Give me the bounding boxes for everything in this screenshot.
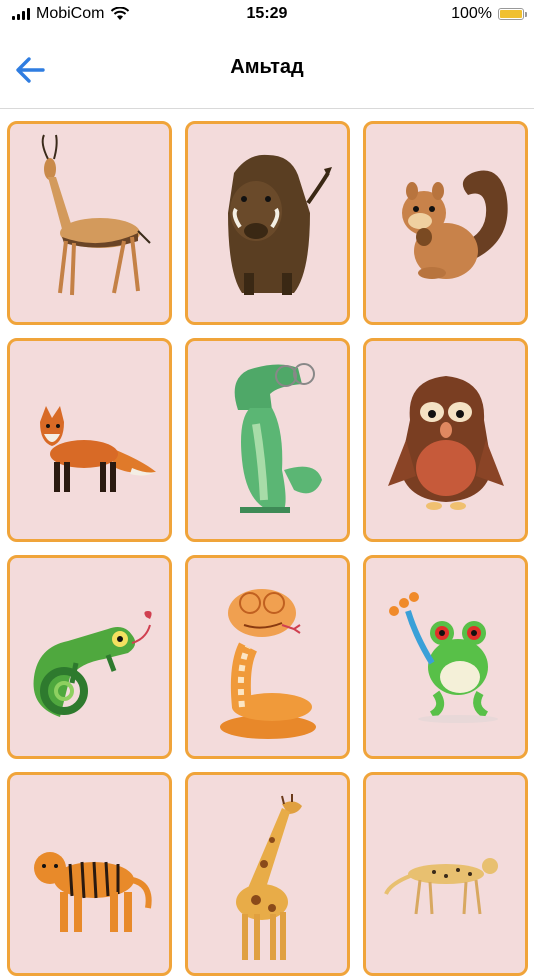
cheetah-illustration — [383, 858, 498, 915]
page-title: Амьтад — [230, 56, 304, 78]
animal-card-owl[interactable] — [363, 338, 528, 542]
animal-card-chameleon[interactable] — [7, 555, 172, 759]
warthog-illustration — [227, 154, 332, 295]
battery-percent: 100% — [451, 5, 492, 22]
animal-card-snake[interactable] — [185, 555, 350, 759]
animal-card-fox[interactable] — [7, 338, 172, 542]
chameleon-illustration — [33, 611, 152, 717]
fox-illustration — [39, 406, 156, 492]
animal-card-tiger[interactable] — [7, 772, 172, 976]
animal-card-crocodile[interactable] — [185, 338, 350, 542]
animal-card-warthog[interactable] — [185, 121, 350, 325]
status-right: 100% — [451, 5, 527, 23]
battery-icon — [498, 8, 527, 20]
animal-card-frog[interactable] — [363, 555, 528, 759]
tiger-illustration — [33, 852, 152, 932]
animal-card-squirrel[interactable] — [363, 121, 528, 325]
animal-card-giraffe[interactable] — [185, 772, 350, 976]
crocodile-illustration — [234, 363, 322, 513]
animal-card-gazelle[interactable] — [7, 121, 172, 325]
animal-card-cheetah[interactable] — [363, 772, 528, 976]
snake-illustration — [219, 589, 316, 739]
navigation-bar: Амьтад — [0, 28, 534, 109]
giraffe-illustration — [235, 794, 302, 960]
frog-illustration — [388, 592, 498, 723]
status-bar: MobiCom 15:29 100% — [0, 0, 534, 28]
squirrel-illustration — [401, 170, 508, 279]
gazelle-illustration — [41, 134, 151, 296]
animal-grid — [7, 121, 529, 976]
owl-illustration — [387, 376, 504, 510]
